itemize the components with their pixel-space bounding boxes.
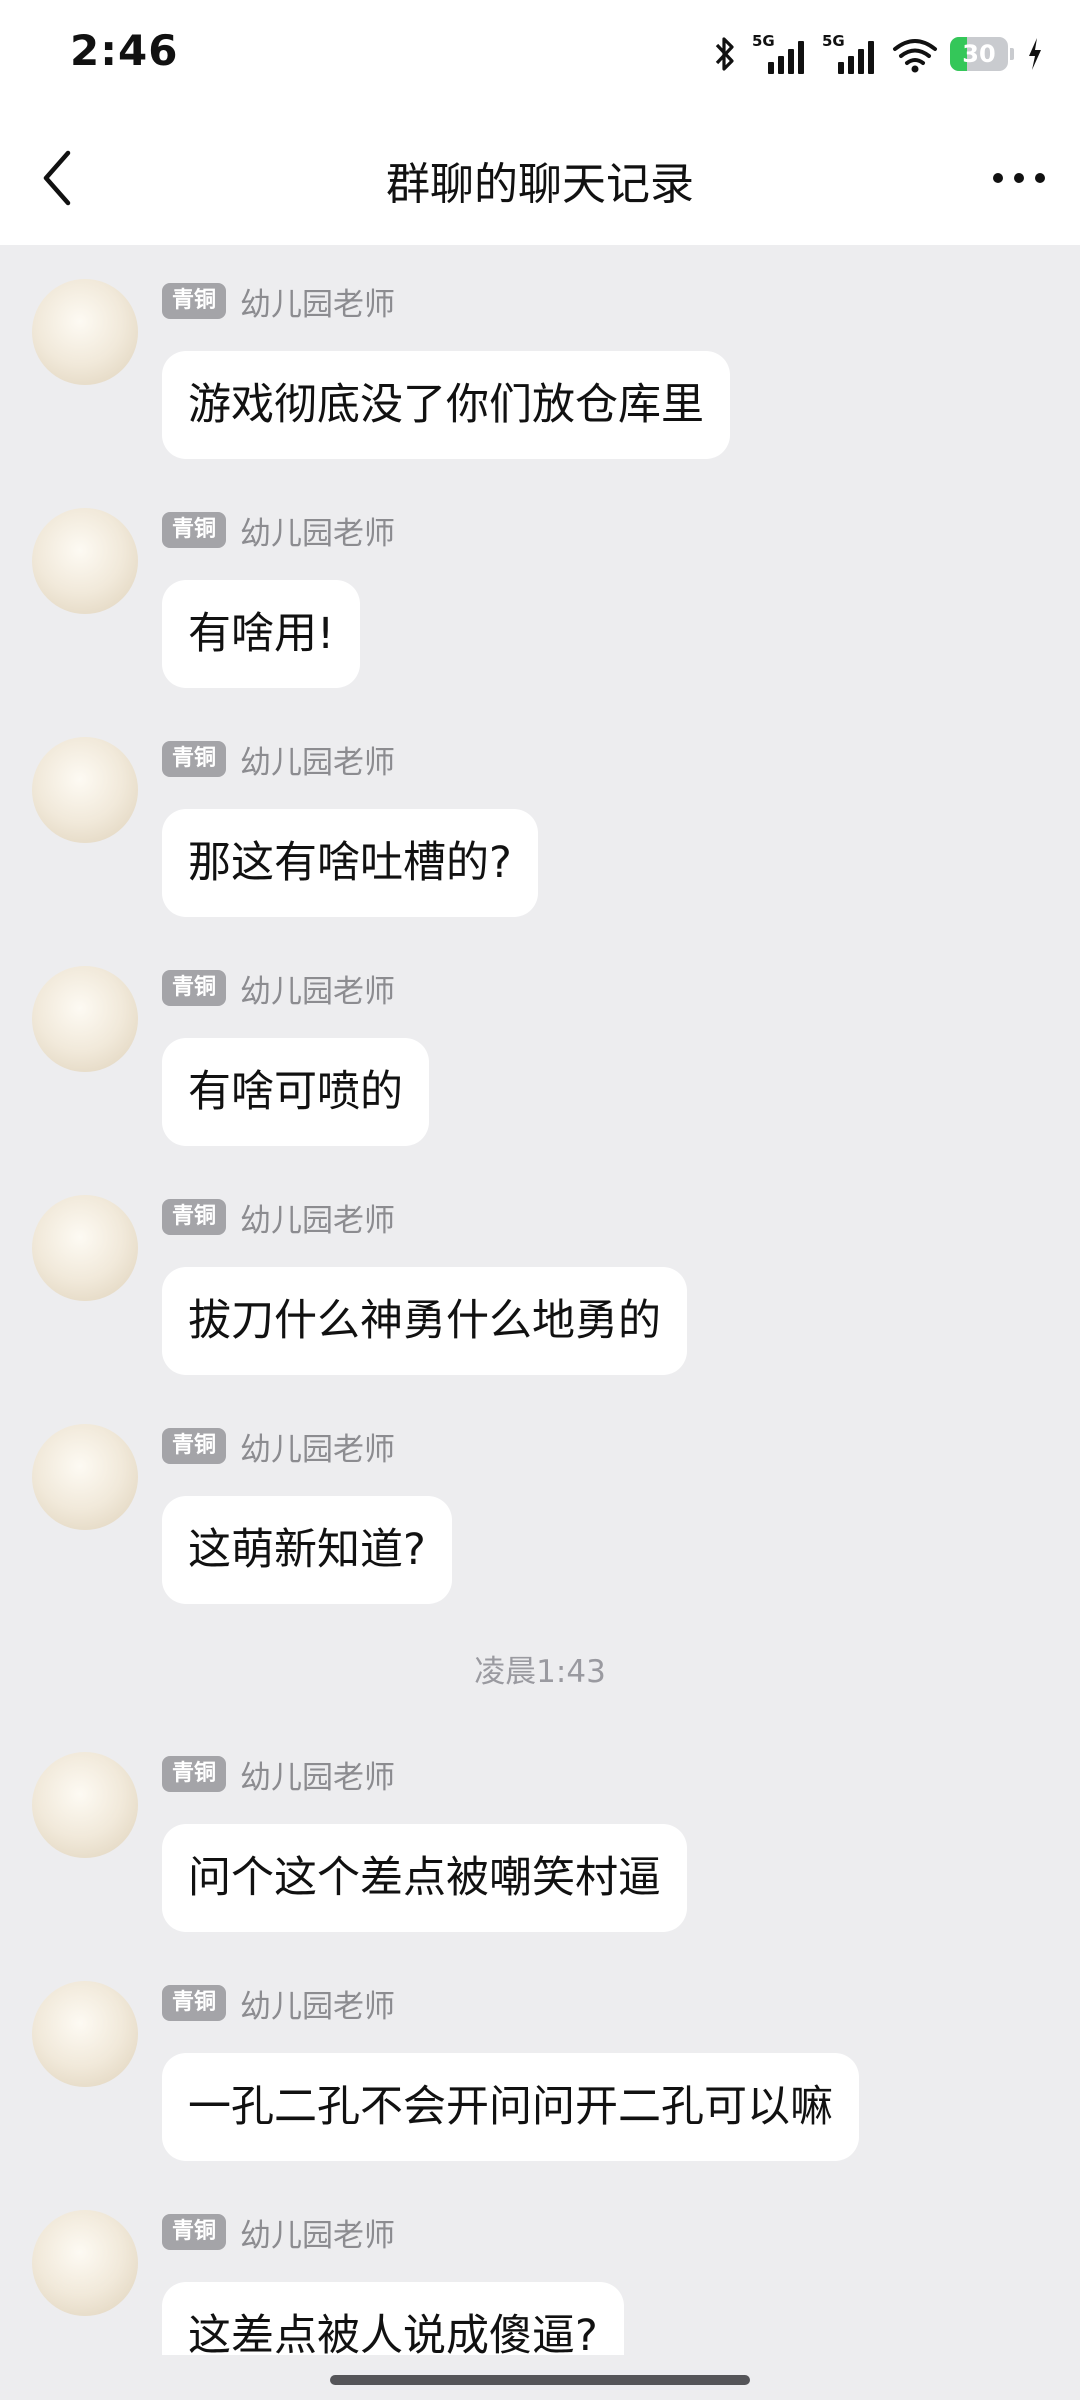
avatar[interactable] (32, 1424, 138, 1530)
battery-icon: 30 (950, 36, 1014, 72)
sender-name: 幼儿园老师 (240, 744, 396, 781)
bluetooth-icon (715, 37, 734, 71)
avatar[interactable] (32, 1195, 138, 1301)
signal-icon: 5G (822, 32, 874, 74)
signal-icon: 5G (752, 32, 804, 74)
message-meta: 青铜 幼儿园老师 (162, 510, 396, 552)
message-bubble[interactable]: 游戏彻底没了你们放仓库里 (162, 351, 730, 459)
page-title: 群聊的聊天记录 (386, 159, 694, 210)
home-indicator[interactable] (330, 2375, 750, 2385)
avatar[interactable] (32, 966, 138, 1072)
avatar[interactable] (32, 737, 138, 843)
avatar[interactable] (32, 2210, 138, 2316)
rank-badge: 青铜 (162, 1199, 227, 1235)
navigation-bar (0, 2355, 1080, 2400)
avatar[interactable] (32, 279, 138, 385)
message-row: 青铜 幼儿园老师 这差点被人说成傻逼? (0, 2176, 1080, 2355)
rank-badge: 青铜 (162, 1985, 227, 2021)
message-meta: 青铜 幼儿园老师 (162, 739, 396, 781)
sender-name: 幼儿园老师 (240, 515, 396, 552)
message-row: 青铜 幼儿园老师 那这有啥吐槽的? (0, 703, 1080, 932)
message-row: 青铜 幼儿园老师 一孔二孔不会开问问开二孔可以嘛 (0, 1947, 1080, 2176)
sender-name: 幼儿园老师 (240, 1988, 396, 2025)
message-meta: 青铜 幼儿园老师 (162, 1754, 396, 1796)
status-bar: 2:46 5G 5G 30 (0, 0, 1080, 110)
charging-icon (1029, 38, 1041, 70)
status-time: 2:46 (70, 26, 179, 75)
message-meta: 青铜 幼儿园老师 (162, 968, 396, 1010)
message-row: 青铜 幼儿园老师 拔刀什么神勇什么地勇的 (0, 1161, 1080, 1390)
rank-badge: 青铜 (162, 970, 227, 1006)
battery-level: 30 (962, 40, 996, 68)
message-bubble[interactable]: 那这有啥吐槽的? (162, 809, 538, 917)
more-horizontal-icon (993, 173, 1045, 183)
message-row: 青铜 幼儿园老师 问个这个差点被嘲笑村逼 (0, 1718, 1080, 1947)
time-divider: 凌晨1:43 (474, 1654, 606, 1690)
message-row: 青铜 幼儿园老师 游戏彻底没了你们放仓库里 (0, 245, 1080, 474)
message-bubble[interactable]: 拔刀什么神勇什么地勇的 (162, 1267, 687, 1375)
network-type-label: 5G (752, 32, 775, 50)
message-bubble[interactable]: 这差点被人说成傻逼? (162, 2282, 624, 2355)
network-type-label: 5G (822, 32, 845, 50)
sender-name: 幼儿园老师 (240, 1202, 396, 1239)
sender-name: 幼儿园老师 (240, 2217, 396, 2254)
message-meta: 青铜 幼儿园老师 (162, 2212, 396, 2254)
rank-badge: 青铜 (162, 283, 227, 319)
message-bubble[interactable]: 一孔二孔不会开问问开二孔可以嘛 (162, 2053, 859, 2161)
more-button[interactable] (976, 140, 1062, 216)
rank-badge: 青铜 (162, 512, 227, 548)
message-meta: 青铜 幼儿园老师 (162, 1197, 396, 1239)
avatar[interactable] (32, 1752, 138, 1858)
avatar[interactable] (32, 1981, 138, 2087)
message-row: 青铜 幼儿园老师 这萌新知道? (0, 1390, 1080, 1619)
wifi-icon (893, 39, 937, 73)
chat-history[interactable]: 青铜 幼儿园老师 游戏彻底没了你们放仓库里 青铜 幼儿园老师 有啥用! 青铜 幼… (0, 245, 1080, 2355)
sender-name: 幼儿园老师 (240, 973, 396, 1010)
rank-badge: 青铜 (162, 2214, 227, 2250)
message-meta: 青铜 幼儿园老师 (162, 281, 396, 323)
sender-name: 幼儿园老师 (240, 286, 396, 323)
message-bubble[interactable]: 有啥用! (162, 580, 361, 688)
avatar[interactable] (32, 508, 138, 614)
rank-badge: 青铜 (162, 1428, 227, 1464)
title-bar: 群聊的聊天记录 (0, 110, 1080, 245)
message-row: 青铜 幼儿园老师 有啥用! (0, 474, 1080, 703)
rank-badge: 青铜 (162, 741, 227, 777)
message-meta: 青铜 幼儿园老师 (162, 1983, 396, 2025)
rank-badge: 青铜 (162, 1756, 227, 1792)
message-bubble[interactable]: 这萌新知道? (162, 1496, 452, 1604)
message-bubble[interactable]: 有啥可喷的 (162, 1038, 429, 1146)
sender-name: 幼儿园老师 (240, 1759, 396, 1796)
message-bubble[interactable]: 问个这个差点被嘲笑村逼 (162, 1824, 687, 1932)
message-meta: 青铜 幼儿园老师 (162, 1426, 396, 1468)
message-row: 青铜 幼儿园老师 有啥可喷的 (0, 932, 1080, 1161)
status-icons: 5G 5G 30 (710, 30, 1044, 78)
sender-name: 幼儿园老师 (240, 1431, 396, 1468)
